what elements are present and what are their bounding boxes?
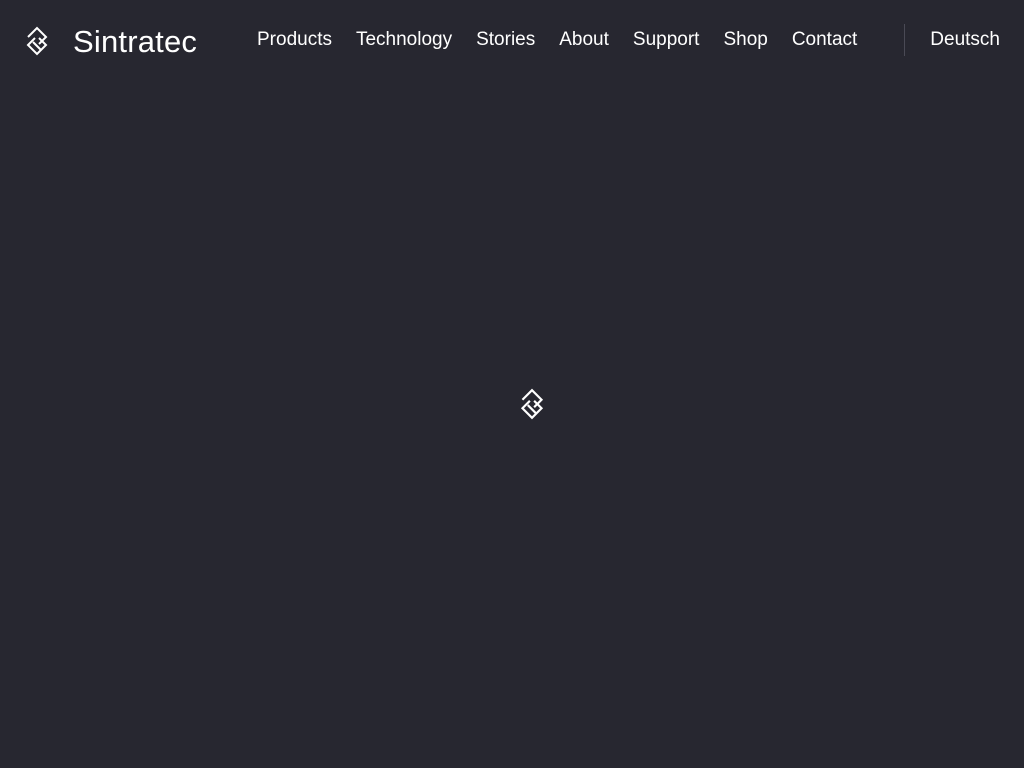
brand-name: Sintratec <box>73 24 198 59</box>
nav-item-stories[interactable]: Stories <box>476 27 535 53</box>
nav-item-support[interactable]: Support <box>633 27 700 53</box>
nav-item-technology[interactable]: Technology <box>356 27 452 53</box>
language-switch-link[interactable]: Deutsch <box>930 27 1000 53</box>
nav-item-contact[interactable]: Contact <box>792 27 857 53</box>
site-header: Sintratec Products Technology Stories Ab… <box>0 0 1024 80</box>
nav-item-about[interactable]: About <box>559 27 609 53</box>
nav-item-shop[interactable]: Shop <box>723 27 767 53</box>
nav-item-products[interactable]: Products <box>257 27 332 53</box>
nav-divider <box>904 24 905 56</box>
sintratec-logo-icon <box>26 26 48 56</box>
brand-home-link[interactable]: Sintratec <box>24 24 198 59</box>
loading-logo-icon <box>520 388 544 420</box>
main-nav: Products Technology Stories About Suppor… <box>257 27 857 53</box>
page: Sintratec Products Technology Stories Ab… <box>0 0 1024 768</box>
